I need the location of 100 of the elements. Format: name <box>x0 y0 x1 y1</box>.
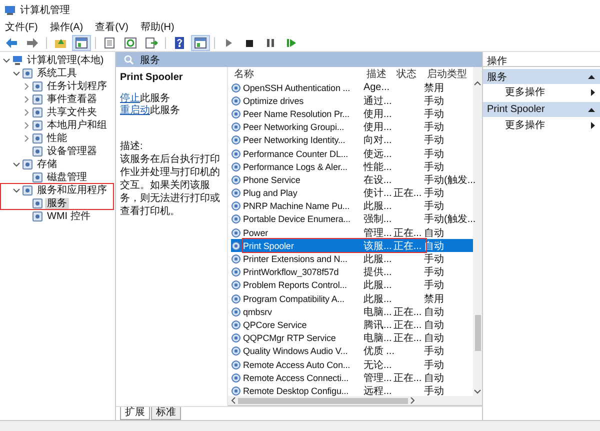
table-row[interactable]: Peer Name Resolution Pr... 使用... 手动 <box>231 107 473 121</box>
action-item[interactable]: 更多操作 <box>483 117 600 133</box>
column-header[interactable]: 描述 <box>363 67 394 81</box>
table-cell-text: 手动 <box>424 344 444 358</box>
folder-up-icon[interactable] <box>54 37 67 49</box>
tab[interactable]: 标准 <box>151 407 181 420</box>
table-row[interactable]: Performance Counter DL... 使远... 手动 <box>231 146 473 160</box>
tree-item[interactable]: 磁盘管理 <box>45 172 89 184</box>
action-link[interactable]: 重启动 <box>120 105 150 116</box>
tree-item[interactable]: 服务和应用程序 <box>35 184 109 196</box>
table-row[interactable]: Quality Windows Audio V... 优质 ... 手动 <box>231 344 473 358</box>
resume-icon[interactable] <box>285 37 298 49</box>
table-row[interactable]: QQPCMgr RTP Service 电脑...正在... 自动 <box>231 332 473 345</box>
table-cell: qmbsrv <box>243 306 272 317</box>
table-cell-text: 手动 <box>424 94 444 108</box>
table-row[interactable]: QPCore Service 腾讯...正在... 自动 <box>231 318 473 332</box>
node-icon <box>22 68 33 79</box>
pane-icon[interactable] <box>75 37 88 49</box>
table-cell-text: 使计... <box>363 186 392 200</box>
table-cell: Remote Access Auto Con... <box>243 360 350 370</box>
table-row[interactable]: OpenSSH Authentication ... Age... 禁用 <box>231 81 473 94</box>
table-cell-text: 正在... <box>393 372 422 385</box>
table-cell-text: 自动 <box>424 332 444 346</box>
tab[interactable]: 扩展 <box>120 407 150 420</box>
node-icon <box>22 159 33 170</box>
table-row[interactable]: PrintWorkflow_3078f57d 提供... 手动 <box>231 266 473 279</box>
collapse-arrow-icon[interactable] <box>588 107 595 112</box>
scrollbar[interactable] <box>228 396 482 406</box>
collapse-arrow-icon[interactable] <box>588 74 595 79</box>
tree-item[interactable]: 本地用户和组 <box>45 120 109 132</box>
scrollbar[interactable] <box>473 67 482 396</box>
table-row[interactable]: Remote Access Auto Con... 无论... 手动 <box>231 358 473 372</box>
tree-item[interactable]: 设备管理器 <box>45 146 99 158</box>
scroll-down-icon[interactable] <box>474 389 481 394</box>
table-cell-text: 自动 <box>424 372 444 385</box>
table-row[interactable]: Peer Networking Groupi... 使用... 手动 <box>231 120 473 134</box>
table-row[interactable]: Remote Desktop Configu... 远程... 手动 <box>231 384 473 398</box>
action-item[interactable]: 更多操作 <box>483 84 600 100</box>
table-row[interactable]: Program Compatibility A... 此服... 禁用 <box>231 292 473 306</box>
tree-item[interactable]: WMI 控件 <box>45 210 92 222</box>
column-header[interactable]: 状态 <box>393 67 424 81</box>
menu-item[interactable]: 文件(F) <box>5 20 38 34</box>
window-title: 计算机管理 <box>20 4 70 16</box>
node-icon <box>32 211 43 222</box>
table-cell-text: 手动 <box>424 252 444 266</box>
column-header[interactable]: 启动类型 <box>424 67 473 81</box>
export-icon[interactable] <box>145 37 158 49</box>
menu-item[interactable]: 帮助(H) <box>140 20 174 34</box>
table-row[interactable]: Printer Extensions and N... 此服... 手动 <box>231 252 473 266</box>
scroll-thumb[interactable] <box>474 314 480 350</box>
tree-item[interactable]: 任务计划程序 <box>45 80 109 92</box>
table-row[interactable]: Optimize drives 通过... 手动 <box>231 94 473 108</box>
tree-item[interactable]: 性能 <box>45 132 69 144</box>
scroll-left-icon[interactable] <box>231 397 236 404</box>
scroll-up-icon[interactable] <box>474 81 481 86</box>
properties-icon[interactable] <box>103 37 116 49</box>
tree-item[interactable]: 计算机管理(本地) <box>25 54 106 66</box>
table-row[interactable]: Portable Device Enumera... 强制... 手动(触发... <box>231 212 473 226</box>
action-link[interactable]: 停止 <box>120 93 140 104</box>
table-cell-text: 在设... <box>363 174 392 187</box>
table-row[interactable]: Performance Logs & Aler... 性能... 手动 <box>231 160 473 174</box>
table-row[interactable]: Problem Reports Control... 此服... 手动 <box>231 278 473 292</box>
pause-icon[interactable] <box>264 37 277 49</box>
table-cell-text: 禁用 <box>424 292 444 306</box>
table-cell: Remote Desktop Configu... <box>243 386 349 396</box>
tree-item[interactable]: 存储 <box>35 158 59 170</box>
back-arrow-icon[interactable] <box>5 37 18 49</box>
pane-icon[interactable] <box>194 37 207 49</box>
table-cell: Performance Counter DL... <box>243 148 348 159</box>
table-cell-text: 自动 <box>424 306 444 319</box>
forward-arrow-icon[interactable] <box>26 37 39 49</box>
table-row[interactable]: Peer Networking Identity... 向对... 手动 <box>231 134 473 147</box>
scroll-right-icon[interactable] <box>410 397 415 404</box>
tree-item[interactable]: 共享文件夹 <box>45 106 99 118</box>
menu-item[interactable]: 操作(A) <box>50 20 84 34</box>
table-cell-text: 自动 <box>424 318 444 332</box>
table-row[interactable]: qmbsrv 电脑...正在... 自动 <box>231 305 473 318</box>
stop-icon[interactable] <box>243 37 256 49</box>
table-cell-text: 手动 <box>424 358 444 372</box>
table-row[interactable]: Remote Access Connecti... 管理...正在... 自动 <box>231 371 473 384</box>
table-row[interactable]: Plug and Play 使计...正在... 手动 <box>231 186 473 200</box>
tree-item[interactable]: 事件查看器 <box>45 94 99 106</box>
menu-item[interactable]: 查看(V) <box>95 20 128 34</box>
table-row[interactable]: Power 管理...正在... 自动 <box>231 226 473 240</box>
section-header[interactable]: Print Spooler <box>483 102 600 117</box>
table-row[interactable]: PNRP Machine Name Pu... 此服... 手动 <box>231 200 473 213</box>
table-row[interactable]: Phone Service 在设... 手动(触发... <box>231 173 473 186</box>
tree-item[interactable]: 服务 <box>45 198 69 210</box>
section-header[interactable]: 服务 <box>483 69 600 84</box>
table-cell: Plug and Play <box>243 188 298 198</box>
help-icon[interactable] <box>173 37 186 49</box>
scroll-thumb[interactable] <box>238 398 408 404</box>
table-cell-text: 手动 <box>424 200 444 214</box>
node-icon <box>22 185 33 196</box>
description-label: 描述: <box>120 140 144 153</box>
panel-title: 服务 <box>140 54 160 66</box>
table-cell: Peer Networking Groupi... <box>243 122 344 132</box>
column-header[interactable]: 名称 <box>231 67 364 81</box>
tree-item[interactable]: 系统工具 <box>35 68 79 80</box>
refresh-icon[interactable] <box>124 37 137 49</box>
